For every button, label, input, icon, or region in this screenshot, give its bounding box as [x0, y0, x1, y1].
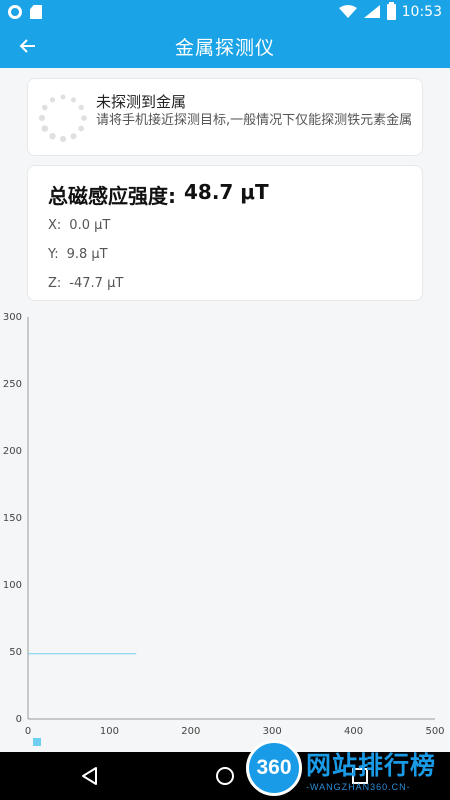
- back-nav-icon[interactable]: [78, 764, 102, 788]
- y-tick-label: 0: [16, 714, 22, 725]
- x-tick-label: 500: [425, 726, 444, 737]
- y-tick-label: 300: [3, 312, 22, 323]
- status-bar: 10:53: [0, 0, 450, 24]
- y-tick-label: 50: [9, 647, 22, 658]
- legend-swatch: [33, 738, 41, 746]
- z-label: Z:: [48, 276, 62, 291]
- total-field-label: 总磁感应强度:: [48, 184, 176, 208]
- y-label: Y:: [48, 247, 59, 262]
- sd-card-icon: [30, 5, 42, 19]
- x-tick-label: 0: [25, 726, 31, 737]
- page-title: 金属探测仪: [174, 36, 275, 59]
- wifi-icon: [338, 5, 357, 18]
- clock: 10:53: [401, 4, 442, 20]
- app-bar: 金属探测仪: [0, 24, 450, 68]
- watermark-logo: 360: [246, 740, 302, 796]
- field-history-chart: 0 50 100 150 200 250 300 0 100 200 300 400 500: [0, 305, 450, 750]
- z-value: -47.7 μT: [69, 276, 124, 291]
- x-tick-label: 200: [181, 726, 200, 737]
- y-tick-label: 250: [3, 379, 22, 390]
- chart-svg: 0 50 100 150 200 250 300 0 100 200 300 400 500: [3, 312, 445, 737]
- site-watermark: 360 网站排行榜 -WANGZHAN360.CN-: [246, 740, 450, 800]
- signal-icon: [363, 5, 380, 18]
- watermark-number: 360: [256, 756, 292, 779]
- home-nav-icon[interactable]: [213, 764, 237, 788]
- x-value: 0.0 μT: [69, 218, 111, 233]
- x-label: X:: [48, 218, 62, 233]
- total-field-value: 48.7 μT: [184, 180, 269, 204]
- arrow-back-icon: [19, 39, 35, 53]
- watermark-text: 网站排行榜: [306, 751, 437, 780]
- x-tick-label: 100: [100, 726, 119, 737]
- battery-icon: [386, 2, 396, 20]
- y-tick-label: 100: [3, 580, 22, 591]
- detection-status-card: 未探测到金属 请将手机接近探测目标,一般情况下仅能探测铁元素金属: [27, 78, 423, 156]
- x-axis-readout: X: 0.0 μT: [48, 218, 110, 233]
- back-button[interactable]: [14, 32, 42, 60]
- detection-status-title: 未探测到金属: [96, 93, 187, 111]
- y-value: 9.8 μT: [66, 247, 108, 262]
- z-axis-readout: Z: -47.7 μT: [48, 276, 123, 291]
- notification-icon: [8, 5, 22, 19]
- magnetic-field-card: 总磁感应强度: 48.7 μT X: 0.0 μT Y: 9.8 μT Z: -…: [27, 165, 423, 301]
- watermark-url: -WANGZHAN360.CN-: [306, 782, 411, 792]
- y-tick-label: 200: [3, 446, 22, 457]
- y-axis-readout: Y: 9.8 μT: [48, 247, 108, 262]
- total-field-readout: 总磁感应强度: 48.7 μT: [48, 180, 269, 209]
- x-tick-label: 300: [263, 726, 282, 737]
- loading-spinner-icon: [38, 94, 87, 143]
- detection-status-description: 请将手机接近探测目标,一般情况下仅能探测铁元素金属: [96, 113, 413, 128]
- y-tick-label: 150: [3, 513, 22, 524]
- x-tick-label: 400: [344, 726, 363, 737]
